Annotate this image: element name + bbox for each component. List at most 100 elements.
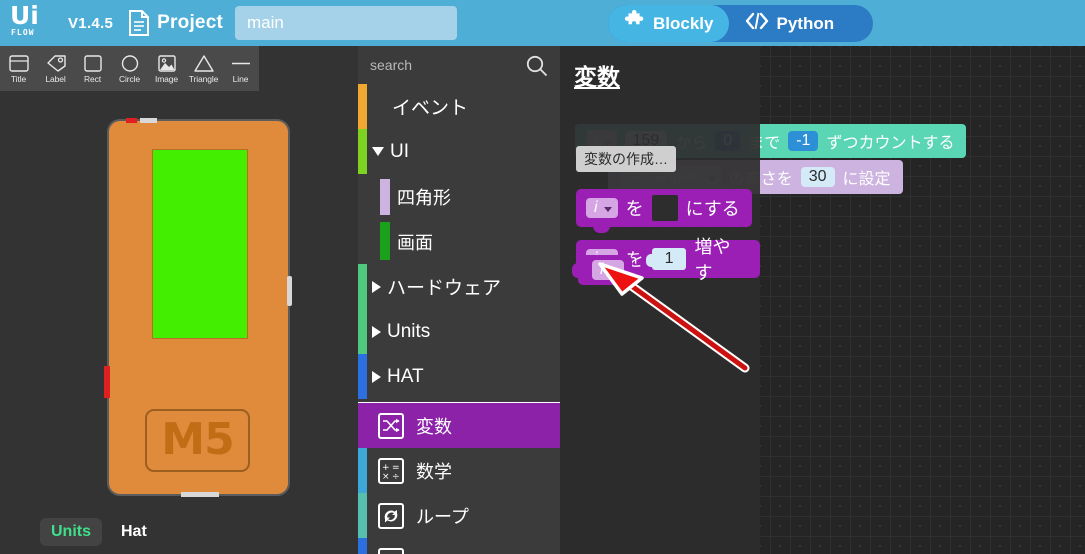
tab-python-label: Python <box>776 13 835 33</box>
version-label: V1.4.5 <box>68 14 114 32</box>
tool-triangle-label: Triangle <box>188 73 219 84</box>
device-side-button[interactable] <box>287 276 292 306</box>
document-icon[interactable] <box>127 9 151 37</box>
svg-text:×: × <box>382 472 390 480</box>
sidebar-item-variables-label: 変数 <box>416 416 452 437</box>
device-top-red-marker <box>126 118 137 123</box>
sidebar-item-events-label: イベント <box>392 98 469 119</box>
sidebar-item-math[interactable]: + = × ÷ 数学 <box>358 448 560 493</box>
get-variable-block-wrapper[interactable]: i <box>572 255 632 285</box>
category-color-bar <box>358 84 367 129</box>
loop-refresh-icon <box>378 502 404 529</box>
sidebar-item-loops[interactable]: ループ <box>358 493 560 538</box>
sidebar-item-hardware-label: ハードウェア <box>387 278 502 299</box>
tool-label-label: Label <box>45 73 66 84</box>
tab-python[interactable]: Python <box>729 5 850 42</box>
top-bar: Ui FLOW V1.4.5 Project Blockly <box>0 0 1085 46</box>
tool-triangle[interactable]: Triangle <box>185 46 222 91</box>
flyout-title: 変数 <box>574 64 620 90</box>
tab-blockly[interactable]: Blockly <box>608 5 730 42</box>
set-variable-dropdown[interactable]: i <box>586 198 618 218</box>
logo-ui-text: Ui <box>10 1 39 30</box>
tool-circle[interactable]: Circle <box>111 46 148 91</box>
tool-label[interactable]: Label <box>37 46 74 91</box>
shuffle-icon <box>378 412 404 439</box>
category-color-bar <box>358 538 367 554</box>
device-panel: Title Label Rect Circle Image Triangle L… <box>0 46 358 554</box>
sidebar-item-screen[interactable]: 画面 <box>358 219 560 264</box>
mode-toggle: Blockly Python <box>608 5 873 42</box>
sidebar-item-ui-label: UI <box>390 140 409 162</box>
get-variable-dropdown[interactable]: i <box>592 260 624 280</box>
set-variable-block[interactable]: i を にする <box>576 189 752 233</box>
block-category-tree: search イベント UI 四角形 画面 ハードウェア Units HAT 変… <box>358 46 560 554</box>
project-name-input[interactable] <box>235 6 457 40</box>
tab-hat-label: Hat <box>121 523 147 540</box>
device-type-tabs: Units Hat <box>40 518 158 546</box>
tool-image[interactable]: Image <box>148 46 185 91</box>
sidebar-item-partial[interactable] <box>358 538 560 554</box>
sidebar-item-hat-label: HAT <box>387 365 424 387</box>
category-color-bar <box>358 129 367 174</box>
category-color-bar <box>358 448 367 493</box>
search-row[interactable]: search <box>358 46 560 84</box>
svg-text:÷: ÷ <box>392 472 400 480</box>
chevron-right-icon[interactable] <box>372 325 381 338</box>
tool-image-label: Image <box>154 73 179 84</box>
loop-step-value[interactable]: -1 <box>788 131 819 151</box>
tool-circle-label: Circle <box>118 73 141 84</box>
sidebar-item-variables[interactable]: 変数 <box>358 403 560 448</box>
sidebar-item-events[interactable]: イベント <box>358 84 560 129</box>
calculator-icon: + = × ÷ <box>378 457 404 484</box>
m5stack-device-simulator[interactable]: M5 <box>104 118 292 497</box>
category-color-bar <box>380 179 390 215</box>
device-brand-label: M5 <box>161 413 234 465</box>
tool-rect[interactable]: Rect <box>74 46 111 91</box>
sidebar-item-hardware[interactable]: ハードウェア <box>358 264 560 309</box>
change-variable-value[interactable]: 1 <box>645 248 687 270</box>
get-variable-block[interactable]: i <box>572 255 632 285</box>
tool-title-label: Title <box>10 73 27 84</box>
project-label: Project <box>157 12 223 33</box>
puzzle-piece-icon <box>624 9 646 37</box>
category-color-bar <box>358 264 367 309</box>
sidebar-item-hat[interactable]: HAT <box>358 354 560 399</box>
loop-step-text: ずつカウントする <box>826 135 955 152</box>
chevron-down-icon[interactable] <box>372 147 384 156</box>
device-top-grey-marker <box>140 118 157 123</box>
set-variable-end-text: にする <box>685 199 740 219</box>
search-input[interactable]: search <box>370 57 412 73</box>
tool-title[interactable]: Title <box>0 46 37 91</box>
device-brand-plate: M5 <box>145 409 250 472</box>
magnifier-icon[interactable] <box>525 54 549 83</box>
category-color-bar <box>358 403 367 448</box>
tab-blockly-label: Blockly <box>653 13 714 33</box>
tab-units[interactable]: Units <box>40 518 102 546</box>
sidebar-item-rectangle-label: 四角形 <box>397 187 451 208</box>
change-variable-end-text: 増やす <box>694 237 731 283</box>
chevron-right-icon[interactable] <box>372 370 381 383</box>
rect-height-value[interactable]: 30 <box>800 167 835 187</box>
uiflow-app: Ui FLOW V1.4.5 Project Blockly <box>0 0 1085 554</box>
tool-line-label: Line <box>232 73 249 84</box>
logo-flow-text: FLOW <box>11 28 35 37</box>
rect-set-text: に設定 <box>842 171 891 188</box>
sidebar-item-rectangle[interactable]: 四角形 <box>358 174 560 219</box>
device-screen[interactable] <box>152 149 248 339</box>
tab-hat[interactable]: Hat <box>110 518 158 546</box>
uiflow-logo: Ui FLOW <box>10 1 58 41</box>
sidebar-item-screen-label: 画面 <box>397 232 433 253</box>
chevron-right-icon[interactable] <box>372 280 381 293</box>
shape-toolbar: Title Label Rect Circle Image Triangle L… <box>0 46 259 91</box>
category-color-bar <box>358 354 367 399</box>
tool-line[interactable]: Line <box>222 46 259 91</box>
partial-icon <box>378 547 404 554</box>
device-left-red-port <box>104 366 110 398</box>
sidebar-item-ui[interactable]: UI <box>358 129 560 174</box>
sidebar-item-units[interactable]: Units <box>358 309 560 354</box>
variables-flyout[interactable]: 変数 変数の作成… i を にする i を 1 増やす <box>560 46 760 554</box>
create-variable-button[interactable]: 変数の作成… <box>576 146 676 172</box>
value-socket[interactable] <box>651 195 678 221</box>
code-brackets-icon <box>745 12 769 35</box>
sidebar-item-loops-label: ループ <box>416 506 469 527</box>
